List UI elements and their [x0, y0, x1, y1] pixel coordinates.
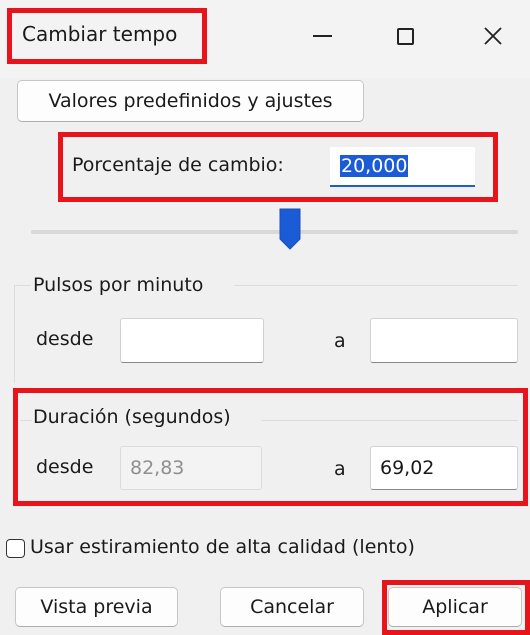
duration-from-input [120, 446, 262, 490]
close-button[interactable] [465, 14, 521, 58]
bpm-to-label: a [334, 330, 346, 352]
percent-change-input[interactable]: 20,000 [330, 147, 475, 187]
bpm-group-border-right [234, 285, 518, 286]
percent-change-value: 20,000 [340, 155, 409, 177]
percent-change-label: Porcentaje de cambio: [72, 154, 284, 176]
maximize-button[interactable] [377, 14, 433, 58]
bpm-group-border-side [14, 285, 15, 383]
tempo-slider-track[interactable] [31, 230, 518, 234]
duration-to-input[interactable] [370, 446, 518, 490]
preview-button[interactable]: Vista previa [15, 587, 178, 627]
apply-button[interactable]: Aplicar [388, 587, 522, 627]
duration-from-label: desde [36, 456, 94, 478]
bpm-from-label: desde [36, 328, 94, 350]
high-quality-checkbox[interactable] [6, 539, 25, 558]
maximize-icon [396, 27, 414, 45]
duration-group-border-right [262, 420, 518, 421]
window-title: Cambiar tempo [22, 22, 178, 46]
close-icon [484, 27, 502, 45]
high-quality-label[interactable]: Usar estiramiento de alta calidad (lento… [30, 536, 415, 558]
duration-group-border-left [20, 420, 32, 421]
cancel-button[interactable]: Cancelar [220, 587, 364, 627]
minimize-button[interactable] [294, 14, 350, 58]
duration-to-label: a [334, 458, 346, 480]
bpm-to-input[interactable] [370, 318, 518, 363]
bpm-group-border-left [14, 285, 31, 286]
duration-group-label: Duración (segundos) [33, 406, 231, 428]
bpm-from-input[interactable] [120, 318, 264, 363]
minimize-icon [312, 35, 332, 37]
bpm-group-label: Pulsos por minuto [33, 274, 204, 296]
presets-button[interactable]: Valores predefinidos y ajustes [17, 80, 364, 122]
tempo-slider-thumb[interactable] [278, 207, 302, 251]
